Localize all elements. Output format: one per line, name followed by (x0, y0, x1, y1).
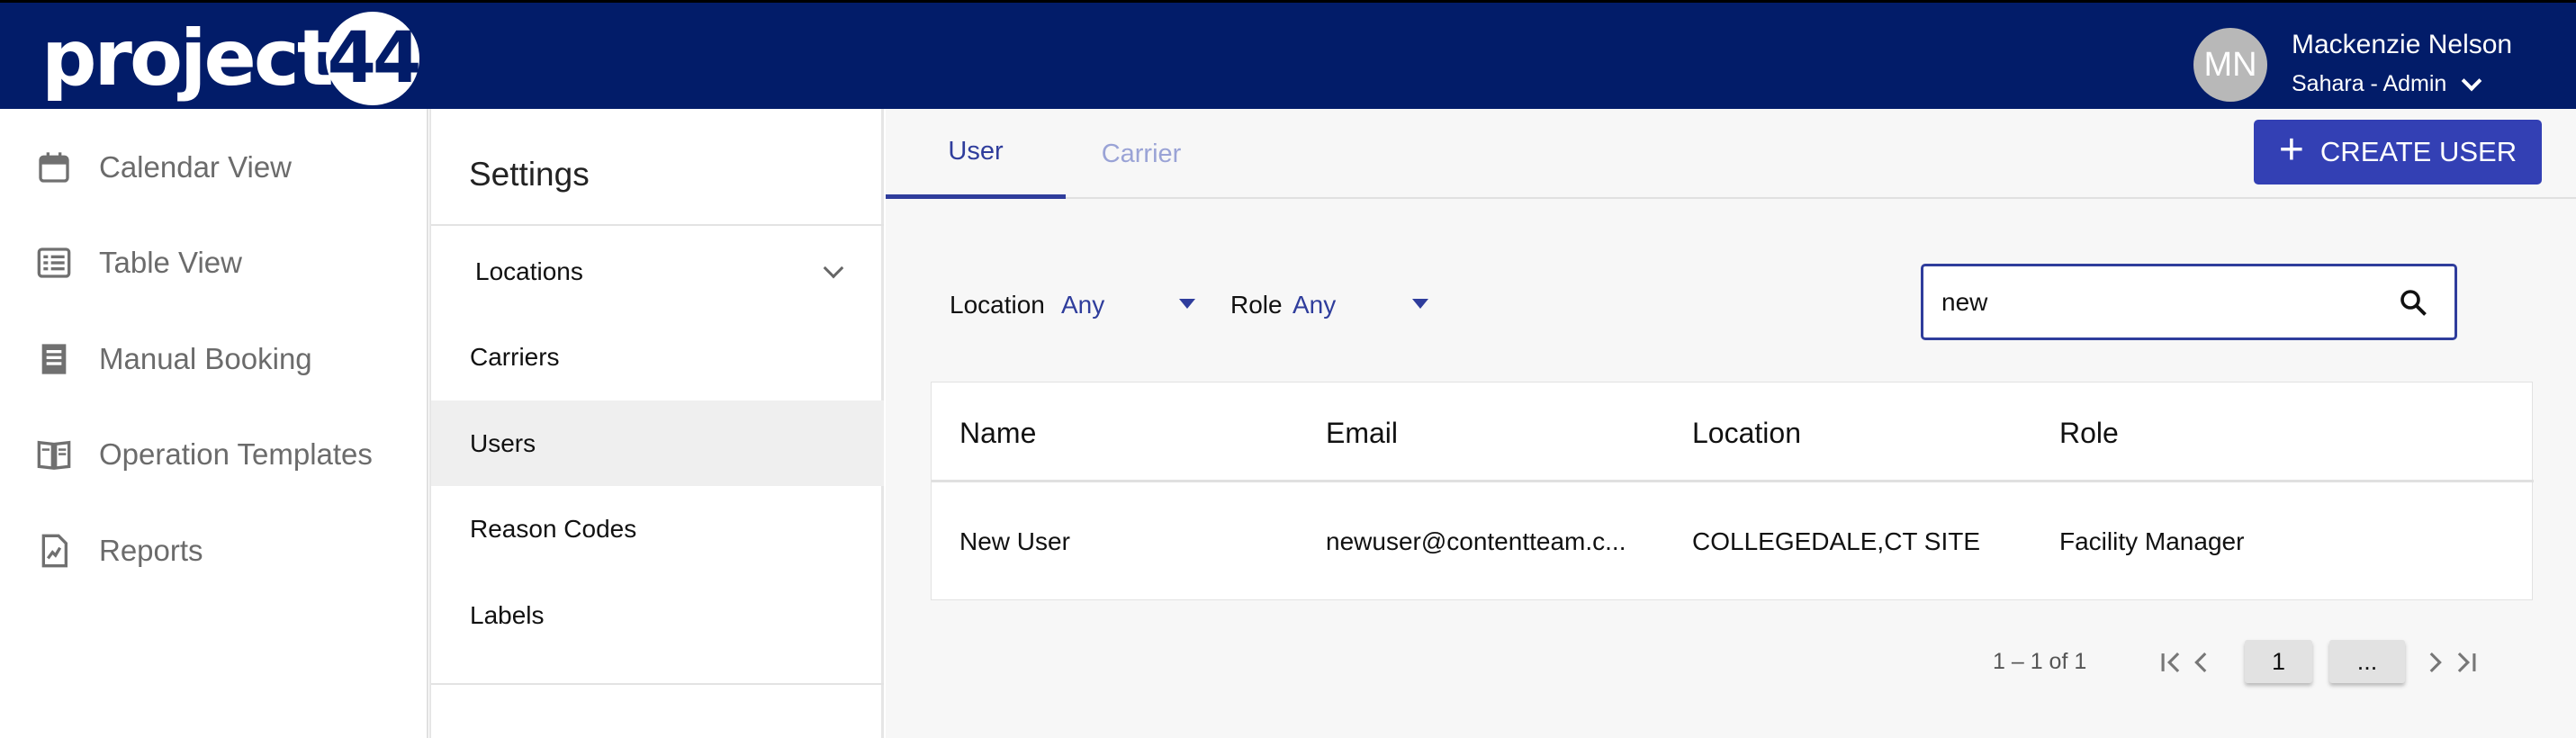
search-input[interactable]: new (1921, 264, 2457, 340)
user-org-label: Sahara - Admin (2292, 71, 2447, 96)
chevron-down-icon[interactable] (823, 257, 844, 279)
settings-item-labels[interactable]: Labels (431, 572, 884, 658)
previous-page-icon[interactable] (2186, 647, 2217, 678)
book-icon (37, 440, 71, 470)
sidebar-item-label: Manual Booking (99, 342, 312, 375)
settings-item-label: Reason Codes (470, 514, 637, 543)
settings-panel: Settings Locations Carriers Users Reason… (429, 109, 884, 738)
calendar-icon (39, 152, 69, 183)
sidebar-item-label: Reports (99, 534, 203, 567)
sidebar-item-operation-templates[interactable]: Operation Templates (0, 410, 428, 500)
column-header-email[interactable]: Email (1326, 417, 1398, 450)
page-button-current[interactable]: 1 (2245, 640, 2312, 683)
cell-role: Facility Manager (2059, 527, 2245, 555)
avatar[interactable]: MN (2193, 28, 2267, 102)
tab-bar: User Carrier + CREATE USER (886, 109, 2576, 199)
sidebar-item-calendar-view[interactable]: Calendar View (0, 122, 428, 212)
search-input-value[interactable]: new (1941, 288, 1987, 317)
chevron-down-icon[interactable] (2462, 70, 2482, 91)
role-filter-label: Role (1230, 291, 1283, 319)
sidebar-item-manual-booking[interactable]: Manual Booking (0, 314, 428, 404)
first-page-icon[interactable] (2157, 647, 2187, 678)
settings-item-users[interactable]: Users (431, 400, 884, 486)
sidebar-item-reports[interactable]: Reports (0, 506, 428, 596)
dropdown-arrow-icon[interactable] (1412, 299, 1428, 309)
main-content: User Carrier + CREATE USER Location Any … (886, 109, 2576, 738)
table-row[interactable]: New User newuser@contentteam.c... COLLEG… (932, 484, 2534, 601)
settings-item-carriers[interactable]: Carriers (431, 314, 884, 400)
page-button-more[interactable]: ... (2329, 640, 2405, 683)
column-header-location[interactable]: Location (1692, 417, 1801, 450)
role-filter-select[interactable]: Any (1293, 291, 1336, 320)
create-user-button[interactable]: + CREATE USER (2254, 120, 2542, 184)
tab-carrier[interactable]: Carrier (1066, 109, 1217, 199)
location-filter-label: Location (950, 291, 1045, 319)
logo-number: 44 (325, 12, 421, 105)
dropdown-arrow-icon[interactable] (1179, 299, 1195, 309)
project44-logo[interactable]: project 44 (41, 12, 421, 105)
search-icon[interactable] (2397, 286, 2429, 319)
users-table: Name Email Location Role New User newuse… (931, 382, 2534, 601)
settings-title: Settings (469, 156, 590, 193)
cell-email: newuser@contentteam.c... (1326, 527, 1626, 555)
sidebar-item-table-view[interactable]: Table View (0, 218, 428, 308)
settings-item-label: Users (470, 428, 536, 457)
user-name: Mackenzie Nelson (2292, 30, 2513, 59)
divider (431, 224, 884, 226)
cell-name: New User (959, 527, 1070, 555)
create-user-label: CREATE USER (2319, 136, 2517, 167)
location-filter-select[interactable]: Any (1061, 291, 1104, 320)
user-org-menu[interactable]: Sahara - Admin (2292, 70, 2482, 97)
column-header-role[interactable]: Role (2059, 417, 2119, 450)
logo-text: project (41, 14, 334, 104)
last-page-icon[interactable] (2450, 647, 2481, 678)
sidebar: Calendar View Table View Manual Booking … (0, 109, 428, 738)
next-page-icon[interactable] (2419, 647, 2450, 678)
settings-item-reason-codes[interactable]: Reason Codes (431, 486, 884, 572)
settings-item-label: Carriers (470, 342, 560, 371)
divider (431, 683, 884, 685)
plus-icon: + (2278, 126, 2304, 174)
report-icon (41, 534, 68, 568)
sidebar-item-label: Table View (99, 246, 242, 279)
settings-item-locations[interactable]: Locations (431, 229, 884, 314)
pagination-range: 1 – 1 of 1 (1993, 649, 2087, 674)
receipt-icon (41, 344, 67, 374)
tab-user[interactable]: User (886, 109, 1066, 199)
settings-item-label: Locations (475, 256, 583, 285)
top-bar: project 44 MN Mackenzie Nelson Sahara - … (0, 0, 2576, 109)
sidebar-item-label: Operation Templates (99, 437, 373, 471)
sidebar-item-label: Calendar View (99, 150, 293, 184)
list-icon (37, 248, 71, 278)
column-header-name[interactable]: Name (959, 417, 1036, 450)
table-header: Name Email Location Role (932, 382, 2534, 482)
cell-location: COLLEGEDALE,CT SITE (1692, 527, 1981, 555)
settings-item-label: Labels (470, 600, 545, 629)
